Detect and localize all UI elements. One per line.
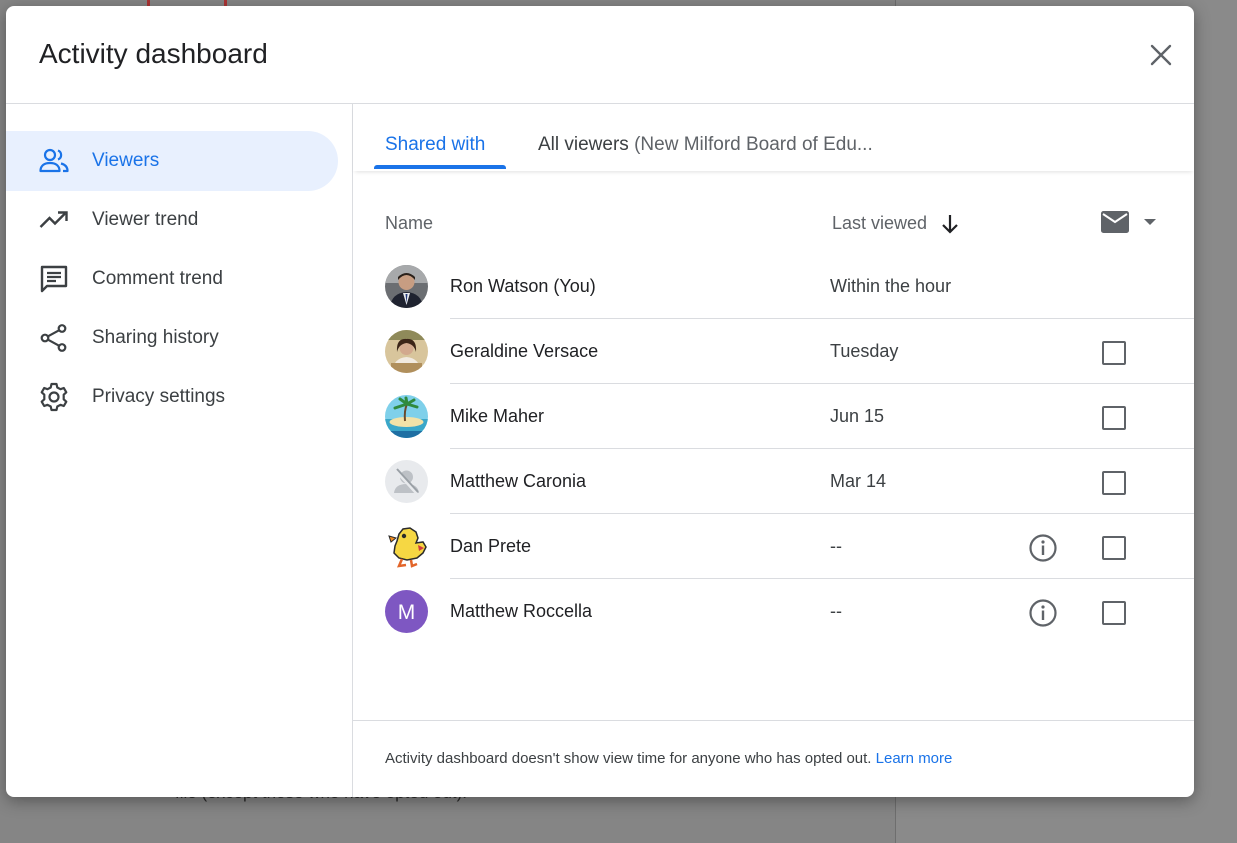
- viewer-last-viewed: --: [830, 601, 842, 621]
- table-row: Geraldine Versace Tuesday: [353, 319, 1194, 384]
- avatar: M: [385, 590, 428, 633]
- gear-icon: [39, 382, 69, 412]
- sidebar-item-label: Viewer trend: [92, 209, 199, 230]
- viewer-name: Dan Prete: [450, 536, 532, 556]
- tab-bar: Shared with All viewers (New Milford Boa…: [353, 104, 1194, 171]
- viewer-last-viewed: --: [830, 536, 842, 556]
- sidebar-item-privacy-settings[interactable]: Privacy settings: [6, 367, 338, 427]
- chevron-down-icon: [1144, 219, 1156, 225]
- table-row: Mike Maher Jun 15: [353, 384, 1194, 449]
- tab-all-viewers[interactable]: All viewers (New Milford Board of Edu...: [538, 134, 873, 156]
- close-button[interactable]: [1146, 40, 1176, 70]
- info-icon[interactable]: [1028, 533, 1058, 563]
- arrow-down-icon: [941, 214, 959, 234]
- notify-checkbox[interactable]: [1102, 471, 1126, 495]
- notify-checkbox[interactable]: [1102, 536, 1126, 560]
- sidebar-item-label: Privacy settings: [92, 386, 226, 407]
- avatar: [385, 525, 428, 568]
- trending-up-icon: [39, 205, 69, 235]
- tab-label: All viewers: [538, 134, 629, 155]
- sidebar-item-comment-trend[interactable]: Comment trend: [6, 249, 338, 309]
- active-tab-indicator: [374, 165, 506, 169]
- close-icon: [1150, 44, 1172, 66]
- activity-dashboard-dialog: Activity dashboard Viewers Viewer trend: [6, 6, 1194, 797]
- tab-shared-with[interactable]: Shared with: [385, 134, 485, 156]
- column-header-last-viewed[interactable]: Last viewed: [832, 213, 959, 234]
- sidebar-item-sharing-history[interactable]: Sharing history: [6, 308, 338, 368]
- footer-text: Activity dashboard doesn't show view tim…: [385, 750, 872, 767]
- people-icon: [39, 146, 69, 176]
- notify-checkbox[interactable]: [1102, 341, 1126, 365]
- viewer-last-viewed: Tuesday: [830, 341, 899, 361]
- viewer-list: Ron Watson (You) Within the hour Geraldi…: [353, 254, 1194, 644]
- main-panel: Shared with All viewers (New Milford Boa…: [353, 104, 1194, 797]
- email-menu-button[interactable]: [1100, 210, 1158, 234]
- dialog-header: Activity dashboard: [6, 6, 1194, 104]
- dialog-title: Activity dashboard: [39, 38, 268, 69]
- notify-checkbox[interactable]: [1102, 601, 1126, 625]
- table-row: Ron Watson (You) Within the hour: [353, 254, 1194, 319]
- avatar: [385, 460, 428, 503]
- column-header-label: Last viewed: [832, 213, 928, 233]
- share-icon: [39, 323, 69, 353]
- viewer-name: Matthew Caronia: [450, 471, 587, 491]
- info-icon[interactable]: [1028, 598, 1058, 628]
- comment-icon: [39, 264, 69, 294]
- viewer-last-viewed: Mar 14: [830, 471, 887, 491]
- table-header: Name Last viewed: [353, 171, 1194, 234]
- avatar: [385, 265, 428, 308]
- sidebar-item-label: Sharing history: [92, 327, 219, 348]
- avatar: [385, 330, 428, 373]
- notify-checkbox[interactable]: [1102, 406, 1126, 430]
- table-row: Dan Prete --: [353, 514, 1194, 579]
- tab-label: Shared with: [385, 134, 486, 155]
- sidebar-item-label: Comment trend: [92, 268, 223, 289]
- sidebar-item-label: Viewers: [92, 150, 160, 171]
- viewer-name: Ron Watson (You): [450, 276, 596, 296]
- dialog-footer: Activity dashboard doesn't show view tim…: [353, 720, 1194, 797]
- tab-org-label: (New Milford Board of Edu...: [634, 134, 873, 155]
- viewer-last-viewed: Within the hour: [830, 276, 952, 296]
- avatar: [385, 395, 428, 438]
- sidebar-item-viewers[interactable]: Viewers: [6, 131, 338, 191]
- viewer-name: Mike Maher: [450, 406, 545, 426]
- column-header-name: Name: [385, 213, 434, 233]
- email-icon: [1101, 211, 1129, 233]
- viewer-name: Geraldine Versace: [450, 341, 599, 361]
- viewer-name: Matthew Roccella: [450, 601, 593, 621]
- table-row: Matthew Caronia Mar 14: [353, 449, 1194, 514]
- table-row: M Matthew Roccella --: [353, 579, 1194, 644]
- opt-out-notice: Activity dashboard doesn't show view tim…: [385, 750, 952, 767]
- svg-text:M: M: [398, 601, 416, 624]
- sidebar-item-viewer-trend[interactable]: Viewer trend: [6, 190, 338, 250]
- sidebar: Viewers Viewer trend Comment trend Shari…: [6, 104, 353, 797]
- viewer-last-viewed: Jun 15: [830, 406, 885, 426]
- learn-more-link[interactable]: Learn more: [876, 750, 953, 767]
